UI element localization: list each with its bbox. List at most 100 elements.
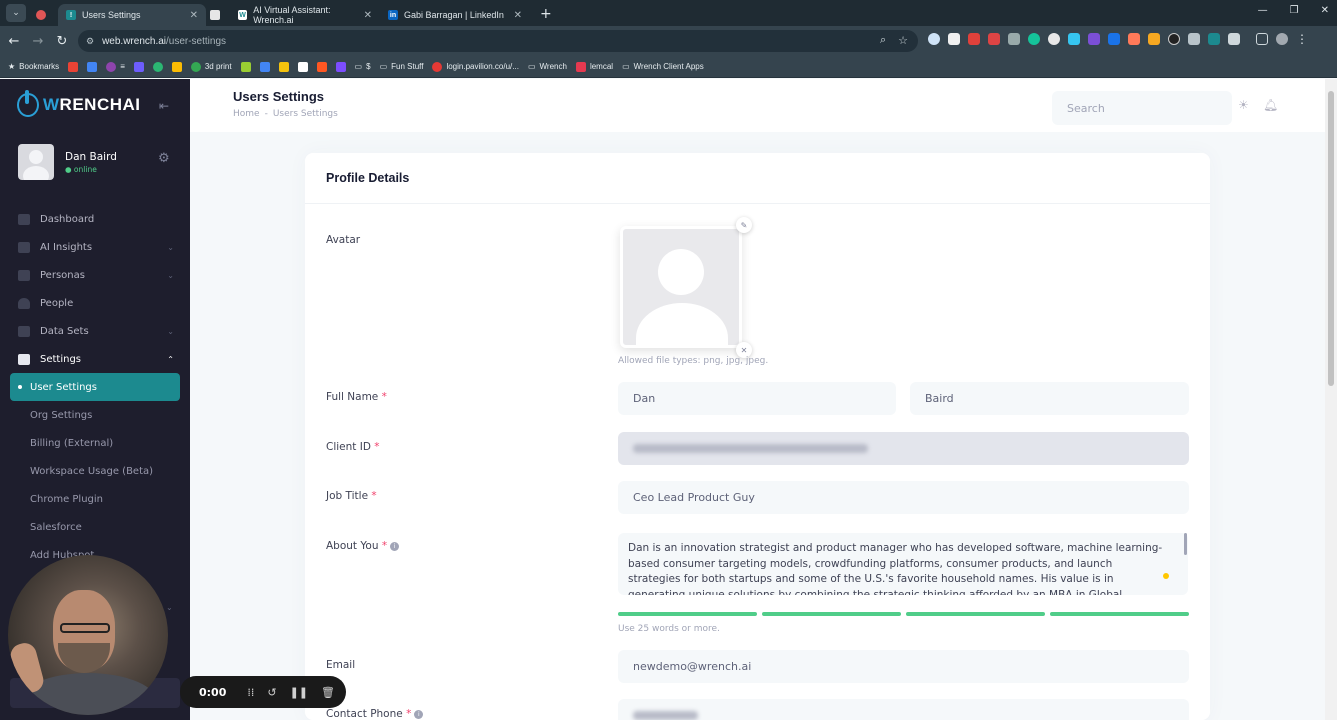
bookmark-item[interactable] (240, 61, 251, 72)
zoom-icon[interactable]: ⌕ (880, 34, 886, 47)
profile-icon[interactable] (1276, 33, 1288, 45)
extension-icon[interactable] (1108, 33, 1120, 45)
extension-icon[interactable] (948, 33, 960, 45)
browser-tab-linkedin[interactable]: in Gabi Barragan | LinkedIn ✕ (380, 4, 530, 26)
theme-sun-icon[interactable]: ☀ (1238, 98, 1249, 112)
info-icon[interactable]: i (414, 710, 424, 719)
extension-icon[interactable] (1008, 33, 1020, 45)
extensions-puzzle-icon[interactable] (1228, 33, 1240, 45)
email-field[interactable]: newdemo@wrench.ai (618, 650, 1189, 683)
site-info-icon[interactable]: ⚙ (86, 36, 94, 47)
sidebar-item-billing[interactable]: Billing (External) (10, 429, 180, 457)
bookmark-item[interactable] (278, 61, 289, 72)
bookmark-item[interactable] (335, 61, 346, 72)
slack-icon[interactable] (1068, 33, 1080, 45)
extension-icon[interactable] (1208, 33, 1220, 45)
extension-icon[interactable] (1148, 33, 1160, 45)
sidebar-item-people[interactable]: People (10, 289, 180, 317)
notification-bell-icon[interactable]: 🔔︎ (1263, 98, 1278, 112)
bookmark-item[interactable] (297, 61, 308, 72)
contact-phone-field[interactable] (618, 699, 1189, 720)
side-panel-icon[interactable] (1256, 33, 1268, 45)
browser-tab-users-settings[interactable]: ! Users Settings ✕ (58, 4, 206, 26)
textarea-scrollbar[interactable] (1184, 533, 1187, 555)
pause-icon[interactable]: ❚❚ (290, 686, 308, 699)
gear-icon[interactable]: ⚙ (158, 151, 170, 166)
bookmark-item[interactable] (316, 61, 327, 72)
scrollbar-thumb[interactable] (1328, 91, 1334, 386)
bookmark-lemcal[interactable]: lemcal (575, 61, 613, 72)
tab-close-icon[interactable]: ✕ (364, 10, 372, 21)
restart-icon[interactable]: ↺ (267, 686, 276, 699)
info-icon[interactable]: i (390, 542, 400, 551)
sidebar-item-settings[interactable]: Settings ⌃ (10, 345, 180, 373)
sidebar-item-dashboard[interactable]: Dashboard (10, 205, 180, 233)
bookmark-item[interactable] (152, 61, 163, 72)
pen-icon[interactable] (1188, 33, 1200, 45)
bookmark-item[interactable] (259, 61, 270, 72)
job-title-field[interactable]: Ceo Lead Product Guy (618, 481, 1189, 514)
window-close-icon[interactable]: ✕ (1321, 5, 1329, 16)
sidebar-item-ai-insights[interactable]: AI Insights ⌄ (10, 233, 180, 261)
hubspot-icon[interactable] (1128, 33, 1140, 45)
trash-icon[interactable]: 🗑︎ (321, 686, 335, 699)
grid-drag-icon[interactable]: ⁞⁞ (247, 686, 254, 699)
sidebar-item-user-settings[interactable]: User Settings (10, 373, 180, 401)
bookmark-item[interactable] (133, 61, 144, 72)
sidebar-item-salesforce[interactable]: Salesforce (10, 513, 180, 541)
bookmark-folder-wrench[interactable]: ▭ Wrench (528, 62, 567, 71)
tab-close-icon[interactable]: ✕ (514, 10, 522, 21)
divider (305, 203, 1210, 204)
bookmark-folder-fun-stuff[interactable]: ▭ Fun Stuff (380, 62, 424, 71)
browser-tab-wrench[interactable]: W AI Virtual Assistant: Wrench.ai ✕ (230, 4, 380, 26)
restore-icon[interactable]: ❐ (1290, 5, 1299, 16)
sidebar-item-workspace-usage[interactable]: Workspace Usage (Beta) (10, 457, 180, 485)
sidebar-item-data-sets[interactable]: Data Sets ⌄ (10, 317, 180, 345)
bookmarks-menu[interactable]: ★ Bookmarks (8, 62, 59, 71)
breadcrumb-home[interactable]: Home (233, 109, 260, 119)
sidebar-item-label: User Settings (30, 381, 97, 393)
sidebar-collapse-icon[interactable]: ⇤ (159, 99, 169, 113)
extension-icon[interactable] (1088, 33, 1100, 45)
bookmark-gmail[interactable] (68, 61, 79, 72)
data-sets-icon (18, 325, 30, 337)
sidebar-item-chrome-plugin[interactable]: Chrome Plugin (10, 485, 180, 513)
bookmark-pavilion[interactable]: login.pavilion.co/u/... (432, 61, 519, 72)
page-scrollbar[interactable] (1325, 79, 1337, 720)
bookmark-folder-wrench-client-apps[interactable]: ▭ Wrench Client Apps (622, 62, 704, 71)
avatar-image[interactable] (620, 226, 742, 348)
bookmark-star-icon[interactable]: ☆ (898, 34, 908, 47)
first-name-field[interactable]: Dan (618, 382, 896, 415)
sidebar-item-org-settings[interactable]: Org Settings (10, 401, 180, 429)
tab-search-icon[interactable]: ⌄ (6, 4, 26, 22)
address-bar[interactable]: ⚙ web.wrench.ai/user-settings ⌕ ☆ (78, 30, 918, 52)
more-icon[interactable]: ⋮ (1296, 32, 1308, 46)
sidebar-item-personas[interactable]: Personas ⌄ (10, 261, 180, 289)
back-icon[interactable]: ← (2, 34, 26, 49)
extension-icon[interactable] (968, 33, 980, 45)
minimize-icon[interactable]: — (1258, 5, 1268, 16)
forward-icon[interactable]: → (26, 34, 50, 49)
bookmark-item[interactable] (87, 61, 98, 72)
search-input[interactable]: Search (1052, 91, 1232, 125)
tab-close-icon[interactable]: ✕ (190, 10, 198, 21)
avatar[interactable] (18, 144, 54, 180)
bookmark-3d-print[interactable]: 3d print (190, 61, 232, 72)
tab-record[interactable] (30, 4, 58, 26)
avatar-label: Avatar (326, 234, 361, 246)
extension-icon[interactable] (988, 33, 1000, 45)
extension-icon[interactable] (928, 33, 940, 45)
bookmark-item[interactable]: ≡ (106, 61, 125, 72)
extension-icon[interactable] (1048, 33, 1060, 45)
about-you-textarea[interactable]: Dan is an innovation strategist and prod… (618, 533, 1188, 595)
reload-icon[interactable]: ↻ (50, 34, 74, 49)
bookmark-item[interactable] (171, 61, 182, 72)
bookmark-folder-dollar[interactable]: ▭ $ (355, 62, 371, 71)
pencil-icon[interactable]: ✎ (736, 217, 752, 233)
browser-tab-blank[interactable] (206, 4, 230, 26)
wrenchai-logo[interactable]: WRENCHAI (17, 90, 141, 117)
extension-icon[interactable] (1168, 33, 1180, 45)
extension-icon[interactable] (1028, 33, 1040, 45)
last-name-field[interactable]: Baird (910, 382, 1189, 415)
new-tab-icon[interactable]: + (540, 6, 552, 22)
